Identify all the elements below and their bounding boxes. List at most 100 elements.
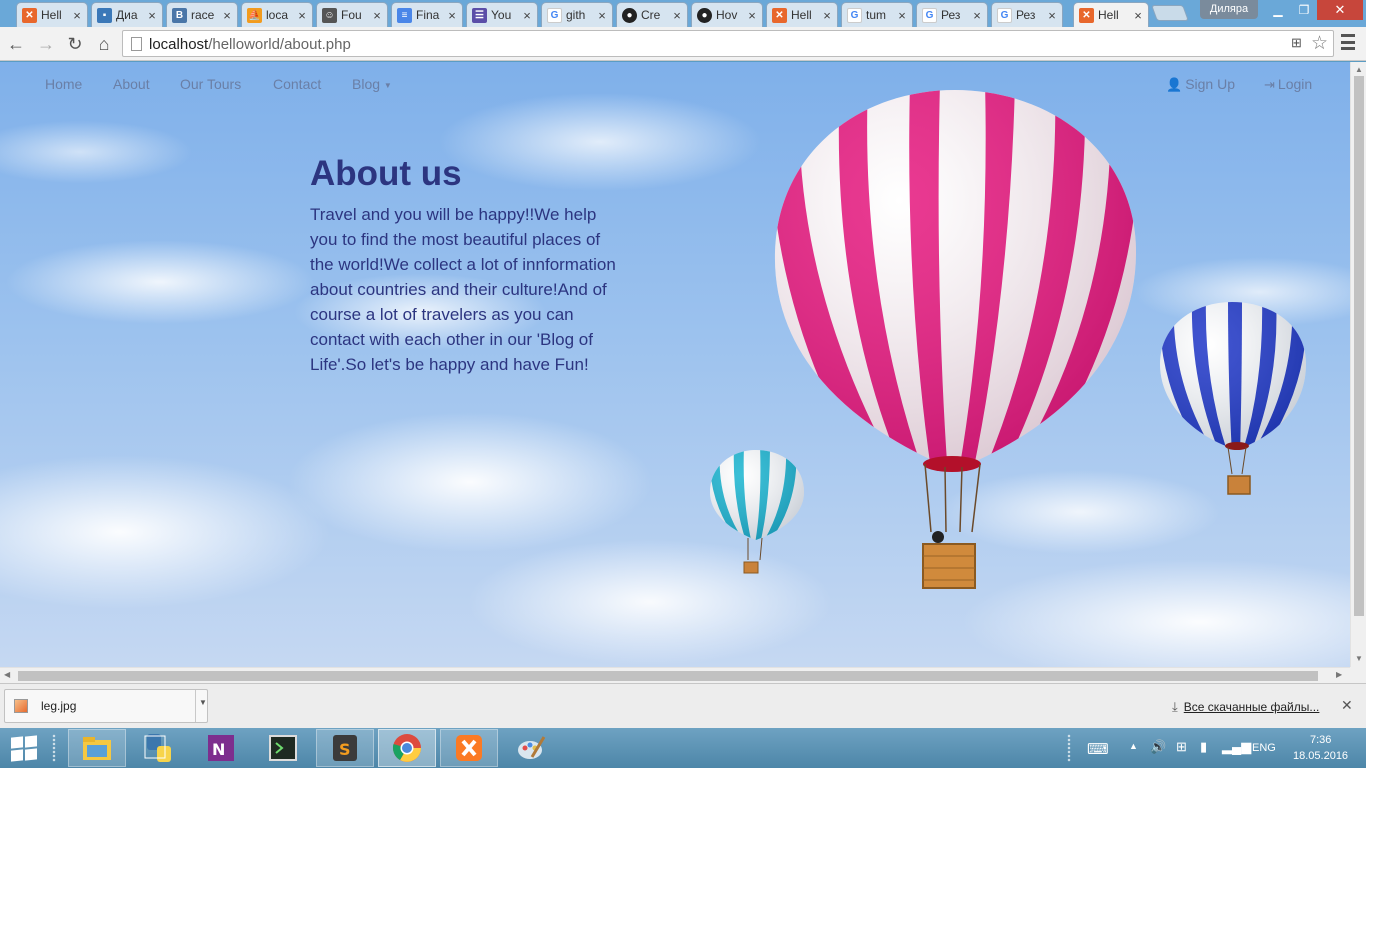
close-icon[interactable]: ✕ (1341, 697, 1353, 714)
restore-icon[interactable]: ❐ (1291, 0, 1317, 20)
url-text[interactable]: localhost/helloworld/about.php (149, 36, 351, 53)
browser-tab[interactable]: B race × (166, 2, 238, 27)
reload-icon[interactable]: ↻ (63, 32, 87, 56)
tab-title: Hov (716, 8, 738, 22)
window-close-button[interactable]: ✕ (1317, 0, 1363, 20)
terminal-icon[interactable] (254, 729, 312, 767)
browser-tab[interactable]: ≡ Fina × (391, 2, 463, 27)
close-icon[interactable]: × (971, 8, 983, 23)
browser-tab[interactable]: ● Cre × (616, 2, 688, 27)
nav-signup-link[interactable]: 👤 Sign Up (1166, 76, 1235, 93)
close-icon[interactable]: × (146, 8, 158, 23)
browser-tab[interactable]: ✕ Hell × (766, 2, 838, 27)
network-icon[interactable]: ▂▄▆ (1222, 739, 1251, 755)
close-icon[interactable]: × (896, 8, 908, 23)
profile-button[interactable]: Диляра (1200, 0, 1258, 19)
browser-tab[interactable]: ▪ Диа × (91, 2, 163, 27)
download-icon: ⤓ (1172, 699, 1178, 714)
onenote-icon[interactable]: N (192, 729, 250, 767)
browser-toolbar: ← → ↻ ⌂ localhost/helloworld/about.php ⊞… (0, 27, 1366, 61)
scroll-thumb[interactable] (1354, 76, 1364, 616)
back-icon[interactable]: ← (4, 32, 28, 56)
tab-title: Cre (641, 8, 661, 22)
close-icon[interactable]: × (596, 8, 608, 23)
close-icon[interactable]: × (1132, 8, 1144, 23)
close-icon[interactable]: × (371, 8, 383, 23)
python-icon[interactable] (130, 729, 188, 767)
nav-about-link[interactable]: About (113, 76, 150, 92)
chevron-down-icon[interactable]: ▼ (199, 698, 207, 707)
scroll-right-icon[interactable]: ▶ (1336, 670, 1342, 679)
nav-tours-link[interactable]: Our Tours (180, 76, 241, 92)
browser-tab[interactable]: ● Hov × (691, 2, 763, 27)
new-tab-button[interactable] (1151, 5, 1189, 21)
show-all-downloads-link[interactable]: ⤓ Все скачанные файлы... (1172, 699, 1319, 715)
chevron-up-icon[interactable]: ▲ (1129, 741, 1138, 751)
chat-icon: ▪ (97, 7, 112, 23)
clock-time[interactable]: 7:36 (1310, 734, 1331, 746)
keyboard-icon[interactable]: ⌨ (1087, 740, 1109, 758)
tab-title: loca (266, 8, 289, 22)
pink-balloon (774, 90, 1136, 589)
scroll-down-icon[interactable]: ▼ (1355, 654, 1363, 663)
tab-title: Hell (41, 8, 62, 22)
paint-icon[interactable] (502, 729, 560, 767)
scroll-up-icon[interactable]: ▲ (1355, 65, 1363, 74)
browser-tab[interactable]: G tum × (841, 2, 913, 27)
windows-taskbar: N S ⌨ ▲ 🔊 ⊞ ▮ ▂▄▆ ENG 7:36 18.05.2016 (0, 728, 1366, 768)
page-title: About us (310, 154, 462, 193)
nav-login-link[interactable]: ⇥ Login (1264, 76, 1312, 93)
google-icon: G (997, 7, 1012, 23)
browser-tab[interactable]: ☰ You × (466, 2, 538, 27)
close-icon[interactable]: × (296, 8, 308, 23)
close-icon[interactable]: × (221, 8, 233, 23)
browser-tab[interactable]: G Рез × (991, 2, 1063, 27)
translate-icon[interactable]: ⊞ (1291, 35, 1302, 51)
volume-icon[interactable]: 🔊 (1150, 739, 1166, 755)
vertical-scrollbar[interactable]: ▲ ▼ (1350, 62, 1366, 667)
browser-tab[interactable]: ☺ Fou × (316, 2, 388, 27)
close-icon[interactable]: × (671, 8, 683, 23)
browser-tab[interactable]: G gith × (541, 2, 613, 27)
close-icon[interactable]: × (821, 8, 833, 23)
nav-blog-dropdown[interactable]: Blog ▼ (352, 76, 392, 92)
xampp-icon: ✕ (22, 7, 37, 23)
bookmark-star-icon[interactable]: ☆ (1311, 32, 1328, 55)
google-icon: G (847, 7, 862, 23)
menu-icon[interactable] (1341, 34, 1355, 50)
tab-title: Рез (1016, 8, 1036, 22)
close-icon[interactable]: × (521, 8, 533, 23)
action-center-icon[interactable]: ⊞ (1176, 739, 1187, 755)
xampp-icon[interactable] (440, 729, 498, 767)
google-icon: G (922, 7, 937, 23)
browser-tab[interactable]: ✕ Hell × (16, 2, 88, 27)
close-icon[interactable]: × (71, 8, 83, 23)
download-item[interactable]: leg.jpg ▼ (4, 689, 208, 723)
clock-date[interactable]: 18.05.2016 (1293, 750, 1348, 762)
nav-login-label: Login (1277, 76, 1313, 92)
chrome-icon[interactable] (378, 729, 436, 767)
browser-tab[interactable]: ⛵ loca × (241, 2, 313, 27)
nav-contact-link[interactable]: Contact (273, 76, 321, 92)
svg-text:S: S (339, 740, 351, 759)
close-icon[interactable]: × (746, 8, 758, 23)
close-icon[interactable]: × (1046, 8, 1058, 23)
home-icon[interactable]: ⌂ (92, 32, 116, 56)
scroll-thumb[interactable] (18, 671, 1318, 681)
close-icon[interactable]: × (446, 8, 458, 23)
forward-icon[interactable]: → (34, 32, 58, 56)
battery-icon[interactable]: ▮ (1200, 739, 1207, 755)
language-indicator[interactable]: ENG (1252, 742, 1276, 754)
scroll-left-icon[interactable]: ◀ (4, 670, 10, 679)
windows-start-icon[interactable] (10, 735, 38, 762)
horizontal-scrollbar[interactable]: ◀ ▶ (0, 667, 1350, 683)
nav-blog-label: Blog (352, 76, 381, 92)
sublime-text-icon[interactable]: S (316, 729, 374, 767)
minimize-icon[interactable]: ▁ (1265, 0, 1291, 20)
browser-tab[interactable]: G Рез × (916, 2, 988, 27)
browser-tab-active[interactable]: ✕ Hell × (1073, 2, 1149, 27)
file-explorer-icon[interactable] (68, 729, 126, 767)
taskbar-grip (52, 734, 56, 762)
nav-home-link[interactable]: Home (45, 76, 82, 92)
address-bar[interactable]: localhost/helloworld/about.php ⊞ ☆ (122, 30, 1334, 57)
